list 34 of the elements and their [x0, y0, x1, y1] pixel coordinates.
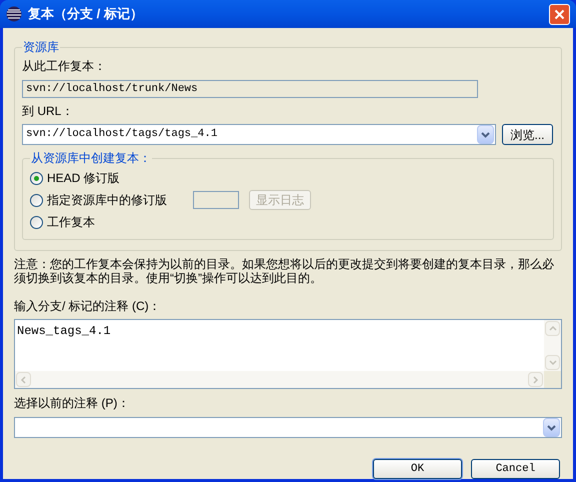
arrow-down-icon: [548, 358, 556, 366]
window-title: 复本（分支 / 标记）: [28, 5, 144, 24]
url-combo-box[interactable]: svn://localhost/tags/tags_4.1: [22, 124, 496, 145]
previous-comment-combo-box[interactable]: [14, 417, 562, 438]
source-url-field: svn://localhost/trunk/News: [22, 80, 478, 98]
radio-label[interactable]: 指定资源库中的修订版: [47, 191, 189, 209]
sphere-icon: [6, 6, 22, 22]
group-title: 从资源库中创建复本：: [30, 150, 152, 167]
browse-button[interactable]: 浏览...: [502, 124, 553, 145]
radio-button[interactable]: [30, 172, 43, 184]
radio-button[interactable]: [30, 216, 43, 228]
arrow-up-icon: [548, 324, 556, 332]
field-label: 选择以前的注释 (P)：: [14, 395, 130, 412]
field-label: 输入分支/ 标记的注释 (C)：: [14, 298, 162, 315]
scrollbar-corner: [544, 371, 561, 388]
revision-field[interactable]: [193, 191, 239, 209]
field-label: 从此工作复本：: [22, 58, 107, 75]
dropdown-button[interactable]: [477, 125, 494, 144]
chevron-down-icon: [481, 132, 490, 138]
radio-label[interactable]: 工作复本: [47, 213, 189, 231]
close-button[interactable]: [549, 4, 570, 24]
field-label: 到 URL：: [22, 103, 74, 120]
close-icon: [554, 8, 565, 20]
dropdown-button[interactable]: [543, 418, 560, 437]
radio-button[interactable]: [30, 194, 43, 206]
dialog-button[interactable]: OK: [373, 459, 462, 479]
note-text: 注意：您的工作复本会保持为以前的目录。如果您想将以后的更改提交到将要创建的复本目录，那么必须切换到该复本的目录。使用“切换”操作可以达到此目的。: [14, 257, 555, 285]
comment-text: News_tags_4.1: [16, 323, 112, 340]
arrow-left-icon: [20, 376, 28, 384]
group-title: 资源库: [22, 39, 60, 56]
arrow-right-icon: [532, 376, 540, 384]
radio-label[interactable]: HEAD 修订版: [47, 169, 189, 187]
dialog-button[interactable]: Cancel: [471, 459, 560, 479]
chevron-down-icon: [547, 424, 556, 430]
